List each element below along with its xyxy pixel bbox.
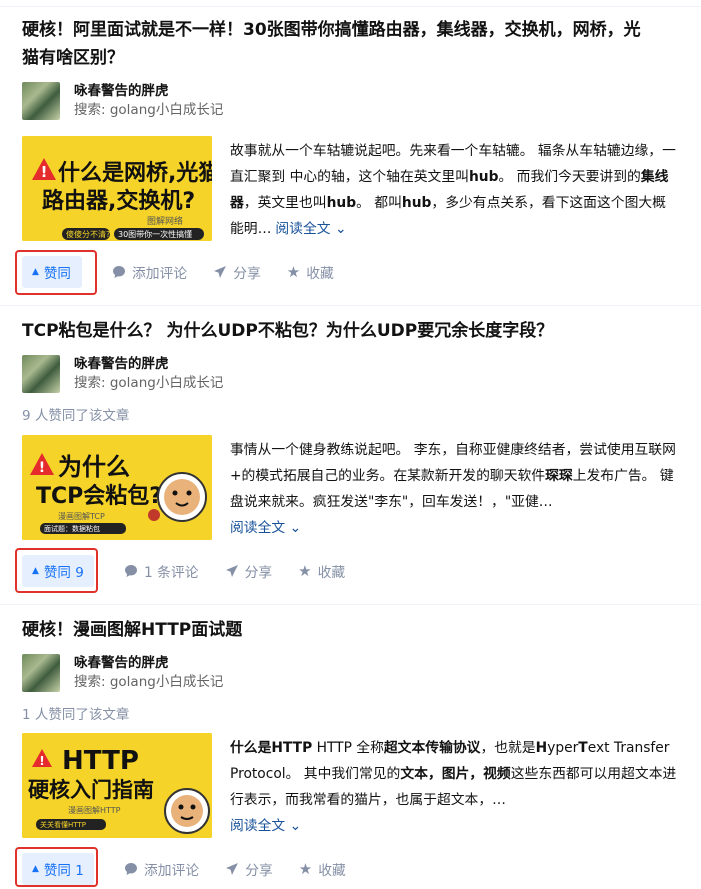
author-name[interactable]: 咏春警告的胖虎 xyxy=(74,355,223,374)
article-excerpt[interactable]: 故事就从一个车轱辘说起吧。先来看一个车轱辘。 辐条从车轱辘边缘，一直汇聚到 中心… xyxy=(230,138,678,242)
likes-summary: 9 人赞同了该文章 xyxy=(22,408,130,424)
avatar[interactable] xyxy=(22,355,60,393)
favorite-button[interactable]: ★ 收藏 xyxy=(287,262,334,282)
paper-plane-icon xyxy=(226,863,239,875)
thumbnail-subheadline: 硬核入门指南 xyxy=(28,778,154,802)
thumbnail-headline: HTTP xyxy=(62,746,139,776)
highlight-box xyxy=(15,548,98,593)
article-excerpt[interactable]: 什么是HTTP HTTP 全称超文本传输协议，也就是HyperText Tran… xyxy=(230,735,678,839)
author-name[interactable]: 咏春警告的胖虎 xyxy=(74,82,223,101)
thumbnail-headline: 什么是网桥,光猫 xyxy=(58,160,212,186)
avatar[interactable] xyxy=(22,654,60,692)
thumbnail-badge: 傻傻分不清? xyxy=(66,229,110,239)
thumbnail-tag: 漫画图解HTTP xyxy=(68,805,121,815)
thumbnail-badge: 30图带你一次性搞懂 xyxy=(118,229,192,239)
comment-button[interactable]: 添加评论 xyxy=(124,859,199,879)
comment-bubble-icon xyxy=(113,266,125,278)
star-icon: ★ xyxy=(298,562,312,580)
thumbnail-tag: 图解网络 xyxy=(147,215,183,227)
thumbnail-tag: 漫画图解TCP xyxy=(58,511,105,521)
comment-bubble-icon xyxy=(125,863,137,875)
read-more-link[interactable]: 阅读全文 ⌄ xyxy=(230,818,301,834)
svg-text:!: ! xyxy=(39,460,45,476)
author-row: 咏春警告的胖虎 搜索: golang小白成长记 xyxy=(22,82,223,120)
author-headline: 搜索: golang小白成长记 xyxy=(74,375,224,391)
paper-plane-icon xyxy=(214,266,227,278)
share-button[interactable]: 分享 xyxy=(225,859,273,879)
star-icon: ★ xyxy=(286,263,301,281)
highlight-box xyxy=(15,847,98,887)
article-card-1: 硬核！阿里面试就是不一样！30张图带你搞懂路由器，集线器，交换机，网桥，光 猫有… xyxy=(22,16,678,296)
read-more-link[interactable]: 阅读全文 ⌄ xyxy=(230,520,301,536)
chevron-down-icon: ⌄ xyxy=(289,520,302,536)
favorite-button[interactable]: ★ 收藏 xyxy=(298,561,345,581)
article-excerpt[interactable]: 事情从一个健身教练说起吧。 李东，自称亚健康终结者，尝试使用互联网+的模式拓展自… xyxy=(230,437,678,541)
highlight-box xyxy=(15,250,97,295)
chevron-down-icon: ⌄ xyxy=(289,818,302,834)
read-more-link[interactable]: 阅读全文 ⌄ xyxy=(275,221,346,237)
chevron-down-icon: ⌄ xyxy=(334,221,347,237)
article-title[interactable]: 硬核！漫画图解HTTP面试题 xyxy=(22,616,678,644)
thumbnail-subheadline: 路由器,交换机? xyxy=(42,188,195,214)
author-row: 咏春警告的胖虎 搜索: golang小白成长记 xyxy=(22,654,223,692)
share-button[interactable]: 分享 xyxy=(213,262,261,282)
comment-bubble-icon xyxy=(125,565,137,577)
thumbnail-headline: 为什么 xyxy=(58,453,130,481)
article-card-3: 硬核！漫画图解HTTP面试题 咏春警告的胖虎 搜索: golang小白成长记 1… xyxy=(22,616,678,889)
paper-plane-icon xyxy=(225,565,238,577)
comment-button[interactable]: 1 条评论 xyxy=(124,561,199,581)
article-card-2: TCP粘包是什么？ 为什么UDP不粘包？为什么UDP要冗余长度字段？ 咏春警告的… xyxy=(22,317,678,597)
thumbnail-badge: 面试题：数据粘包 xyxy=(44,524,100,533)
author-headline: 搜索: golang小白成长记 xyxy=(74,674,224,690)
article-title[interactable]: 硬核！阿里面试就是不一样！30张图带你搞懂路由器，集线器，交换机，网桥，光 猫有… xyxy=(22,16,678,72)
avatar[interactable] xyxy=(22,82,60,120)
article-thumbnail[interactable]: ! 什么是网桥,光猫 路由器,交换机? 图解网络 傻傻分不清? 30图带你一次性… xyxy=(22,136,212,241)
author-name[interactable]: 咏春警告的胖虎 xyxy=(74,654,223,673)
author-headline: 搜索: golang小白成长记 xyxy=(74,102,224,118)
comment-button[interactable]: 添加评论 xyxy=(112,262,187,282)
favorite-button[interactable]: ★ 收藏 xyxy=(299,859,346,879)
author-row: 咏春警告的胖虎 搜索: golang小白成长记 xyxy=(22,355,223,393)
svg-text:!: ! xyxy=(41,163,48,181)
star-icon: ★ xyxy=(298,860,313,878)
article-thumbnail[interactable]: ! 为什么 TCP会粘包? 漫画图解TCP 面试题：数据粘包 xyxy=(22,435,212,540)
thumbnail-subheadline: TCP会粘包? xyxy=(36,483,162,509)
share-button[interactable]: 分享 xyxy=(225,561,272,581)
article-title[interactable]: TCP粘包是什么？ 为什么UDP不粘包？为什么UDP要冗余长度字段？ xyxy=(22,317,678,345)
article-thumbnail[interactable]: ! HTTP 硬核入门指南 漫画图解HTTP 关关看懂HTTP xyxy=(22,733,212,838)
svg-text:!: ! xyxy=(39,754,44,768)
likes-summary: 1 人赞同了该文章 xyxy=(22,707,130,723)
thumbnail-badge: 关关看懂HTTP xyxy=(40,820,86,829)
